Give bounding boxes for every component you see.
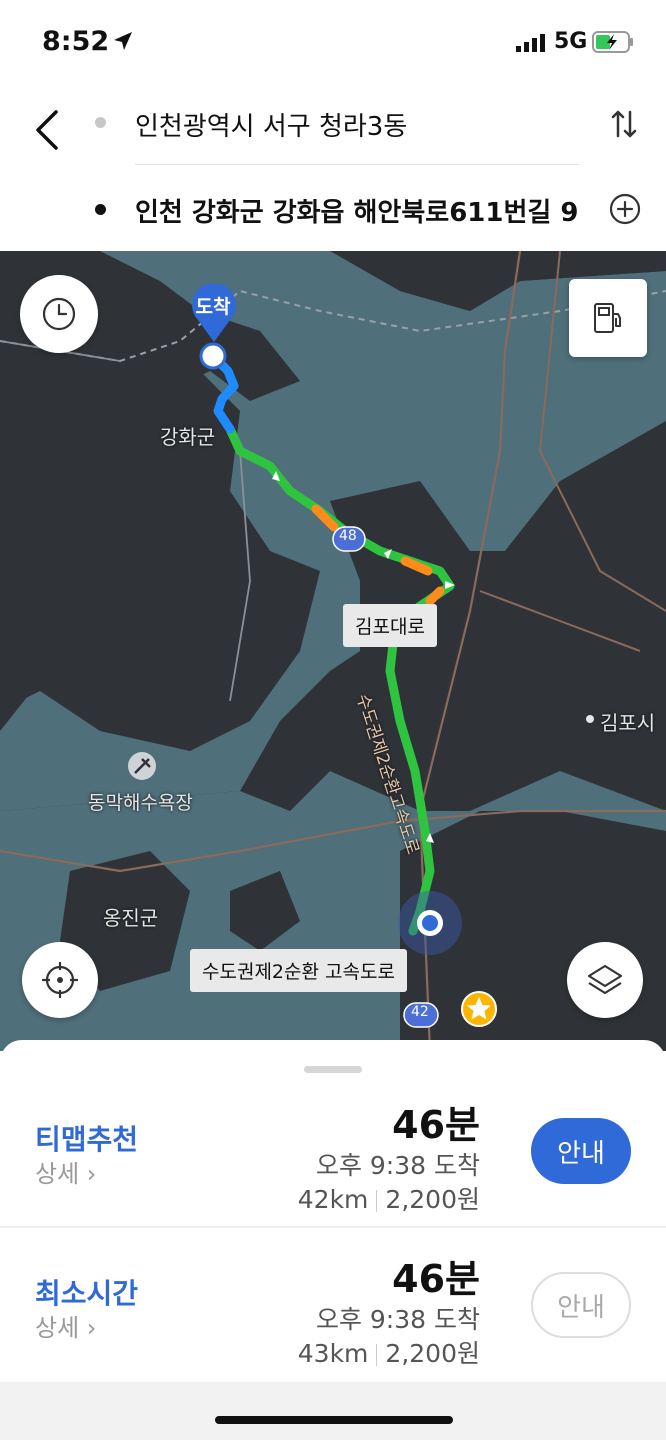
map-layers-button[interactable] — [567, 942, 643, 1018]
route-detail-link[interactable]: 상세 › — [35, 1154, 96, 1189]
start-guidance-button[interactable]: 안내 — [531, 1118, 631, 1184]
destination-pin[interactable]: 도착 — [188, 282, 240, 344]
destination-field[interactable]: 인천 강화군 강화읍 해안북로611번길 9 — [135, 192, 578, 229]
route-option-recommended[interactable]: 티맵추천 상세 › 46분 오후 9:38 도착 42km 2,200원 안내 — [0, 1080, 666, 1235]
location-arrow-icon — [114, 32, 132, 50]
shield-42-label: 42 — [411, 1004, 429, 1020]
status-time: 8:52 — [42, 26, 110, 57]
home-indicator[interactable] — [215, 1416, 453, 1424]
route-arrival: 오후 9:38 도착 — [315, 1151, 480, 1180]
route-duration: 46분 — [392, 1103, 480, 1147]
route-toll: 2,200원 — [385, 1185, 480, 1214]
place-label-gimpo: 김포시 — [600, 711, 656, 735]
gas-station-icon — [594, 303, 621, 333]
layers-icon — [587, 964, 623, 995]
home-bar-area — [0, 1382, 666, 1440]
route-toll: 2,200원 — [385, 1339, 480, 1368]
route-meta: 42km 2,200원 — [298, 1180, 480, 1216]
sheet-grabber[interactable] — [304, 1066, 362, 1073]
place-label-ongjin: 옹진군 — [103, 906, 159, 930]
route-duration: 46분 — [392, 1257, 480, 1301]
place-label-ganghwa: 강화군 — [160, 425, 216, 449]
header-divider — [135, 164, 579, 165]
place-label-beach: 동막해수욕장 — [88, 792, 193, 814]
destination-dot — [95, 204, 106, 215]
road-tag-gimpo-daero: 김포대로 — [343, 604, 437, 647]
route-option-fastest[interactable]: 최소시간 상세 › 46분 오후 9:38 도착 43km 2,200원 안내 — [0, 1234, 666, 1389]
gas-station-button[interactable] — [569, 279, 647, 357]
route-distance: 42km — [297, 1185, 369, 1214]
origin-dot — [95, 117, 106, 128]
current-location-button[interactable] — [22, 942, 98, 1018]
route-divider — [0, 1226, 666, 1228]
route-name: 최소시간 — [35, 1277, 139, 1310]
route-header: 인천광역시 서구 청라3동 인천 강화군 강화읍 해안북로611번길 9 — [0, 88, 666, 251]
route-options-sheet: 티맵추천 상세 › 46분 오후 9:38 도착 42km 2,200원 안내 최… — [0, 1040, 666, 1440]
shield-48-label: 48 — [339, 528, 357, 544]
route-distance: 43km — [297, 1339, 369, 1368]
destination-pin-label: 도착 — [195, 296, 231, 318]
back-arrow-icon[interactable] — [30, 108, 70, 152]
clock-icon — [42, 297, 76, 331]
locate-icon — [42, 962, 78, 998]
map-base — [0, 251, 666, 1051]
route-meta: 43km 2,200원 — [298, 1334, 480, 1370]
add-waypoint-icon[interactable] — [608, 192, 642, 226]
status-bar: 8:52 5G — [0, 0, 666, 88]
road-tag-expressway: 수도권제2순환 고속도로 — [190, 949, 407, 992]
battery-charging-icon — [592, 31, 633, 53]
swap-icon[interactable] — [610, 108, 638, 140]
start-guidance-button[interactable]: 안내 — [531, 1272, 631, 1338]
route-arrival: 오후 9:38 도착 — [315, 1305, 480, 1334]
signal-icon — [516, 34, 545, 52]
origin-field[interactable]: 인천광역시 서구 청라3동 — [135, 106, 407, 143]
route-name: 티맵추천 — [35, 1123, 139, 1156]
history-button[interactable] — [20, 275, 98, 353]
destination-marker — [199, 342, 227, 370]
route-map[interactable]: 48 42 도착 강화군 김포시 동막해수욕장 옹진군 김포대로 수도권제2순환… — [0, 251, 666, 1051]
route-detail-link[interactable]: 상세 › — [35, 1308, 96, 1343]
network-type: 5G — [554, 29, 588, 54]
